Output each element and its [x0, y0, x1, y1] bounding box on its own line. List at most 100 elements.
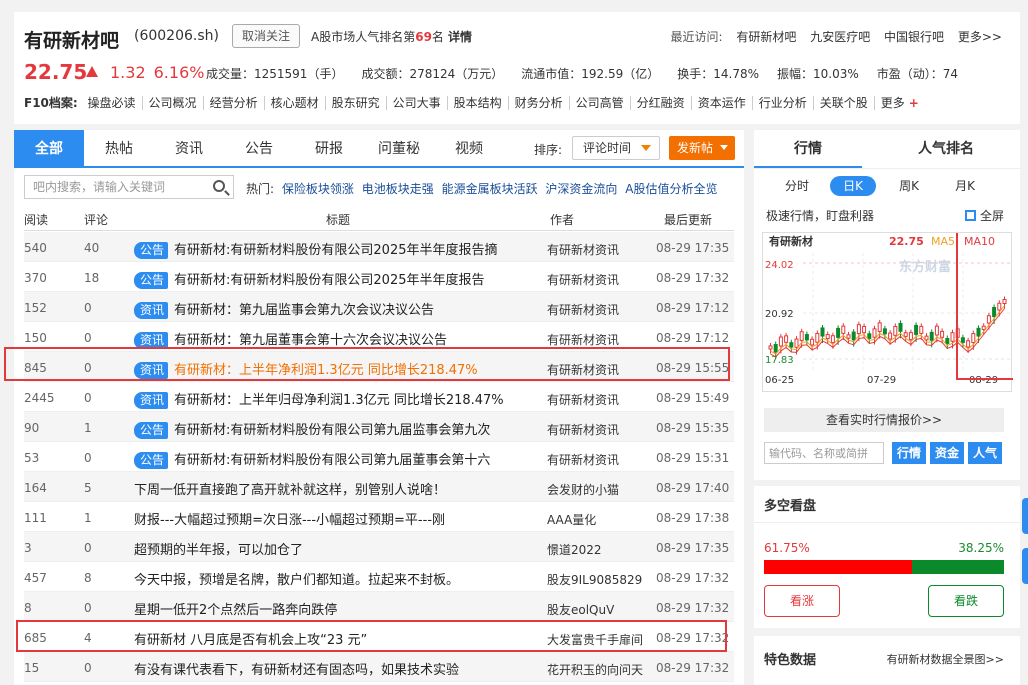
recent-link[interactable]: 中国银行吧	[884, 30, 944, 44]
post-title-link[interactable]: 财报---大幅超过预期=次日涨---小幅超过预期=平---刚	[134, 509, 445, 528]
popularity-button[interactable]: 人气	[968, 442, 1002, 464]
post-author-link[interactable]: 股友9IL9085829	[547, 571, 642, 588]
period-intraday[interactable]: 分时	[774, 176, 820, 196]
post-author-link[interactable]: 大发富贵千手扉间	[547, 631, 643, 648]
post-title-link[interactable]: 星期一低开2个点然后一路奔向跌停	[134, 599, 337, 618]
tab-reports[interactable]: 研报	[294, 130, 364, 168]
f10-item[interactable]: 资本运作	[691, 96, 753, 110]
post-row[interactable]: 370 18 公告 有研新材:有研新材料股份有限公司2025年半年度报告 有研新材资讯 0…	[24, 262, 734, 292]
f10-item[interactable]: 操盘必读	[81, 96, 143, 110]
sort-select[interactable]: 评论时间	[572, 136, 660, 160]
post-row[interactable]: 540 40 公告 有研新材:有研新材料股份有限公司2025年半年度报告摘 有研新材资讯…	[24, 232, 734, 262]
hot-topic-link[interactable]: 沪深资金流向	[545, 182, 617, 196]
tab-ask-secretary[interactable]: 问董秘	[364, 130, 434, 168]
quote-button[interactable]: 行情	[892, 442, 926, 464]
post-author-link[interactable]: 有研新材资讯	[547, 451, 619, 468]
post-row[interactable]: 845 0 资讯 有研新材：上半年净利润1.3亿元 同比增长218.47% 有研新材资讯…	[24, 352, 734, 382]
stock-name[interactable]: 有研新材吧	[24, 26, 119, 53]
recent-more-link[interactable]: 更多>>	[958, 30, 1002, 44]
post-title-link[interactable]: 资讯 有研新材：第九届监事会第九次会议决议公告	[134, 299, 434, 319]
post-row[interactable]: 111 1 财报---大幅超过预期=次日涨---小幅超过预期=平---刚 AAA量化 0…	[24, 502, 734, 532]
plus-icon[interactable]: +	[909, 96, 919, 110]
f10-item[interactable]: 经营分析	[203, 96, 265, 110]
post-title-link[interactable]: 有没有课代表看下，有研新材还有固态吗，如果技术实验	[134, 659, 459, 678]
post-title-link[interactable]: 有研新材 八月底是否有机会上攻“23 元”	[134, 629, 367, 648]
post-title-link[interactable]: 公告 有研新材:有研新材料股份有限公司第九届监事会第九次	[134, 419, 490, 439]
f10-item[interactable]: 股本结构	[447, 96, 509, 110]
post-row[interactable]: 2445 0 资讯 有研新材：上半年归母净利润1.3亿元 同比增长218.47% 有研新…	[24, 382, 734, 412]
period-week[interactable]: 周K	[886, 176, 932, 196]
post-title-link[interactable]: 超预期的半年报，可以加仓了	[134, 539, 303, 558]
hot-topic-link[interactable]: 保险板块领涨	[282, 182, 354, 196]
vote-up-button[interactable]: 看涨	[764, 585, 840, 617]
post-author-link[interactable]: 有研新材资讯	[547, 241, 619, 258]
post-row[interactable]: 457 8 今天中报，预增是名牌，散户们都知道。拉起来不封板。 股友9IL908582…	[24, 562, 734, 592]
side-float-tab[interactable]	[1022, 548, 1028, 584]
rank-detail-link[interactable]: 详情	[448, 30, 472, 44]
tab-video[interactable]: 视频	[434, 130, 504, 168]
new-post-button[interactable]: 发新帖	[669, 136, 735, 160]
f10-item[interactable]: 财务分析	[508, 96, 570, 110]
post-author-link[interactable]: 有研新材资讯	[547, 361, 619, 378]
code-input[interactable]	[764, 442, 884, 464]
post-author-link[interactable]: 有研新材资讯	[547, 331, 619, 348]
f10-item[interactable]: 公司概况	[142, 96, 204, 110]
f10-item[interactable]: 股东研究	[325, 96, 387, 110]
period-month[interactable]: 月K	[942, 176, 988, 196]
f10-item[interactable]: 公司大事	[386, 96, 448, 110]
feature-link[interactable]: 有研新材数据全景图>>	[887, 651, 1004, 667]
post-author-link[interactable]: 有研新材资讯	[547, 271, 619, 288]
post-row[interactable]: 164 5 下周一低开直接跑了高开就补就这样，别管别人说啥！ 会发财的小猫 08-29 …	[24, 472, 734, 502]
post-row[interactable]: 3 0 超预期的半年报，可以加仓了 憬道2022 08-29 17:35	[24, 532, 734, 562]
tab-popularity[interactable]: 人气排名	[892, 130, 1000, 168]
post-title-link[interactable]: 资讯 有研新材：第九届董事会第十六次会议决议公告	[134, 329, 447, 349]
post-author-link[interactable]: 有研新材资讯	[547, 421, 619, 438]
search-icon[interactable]	[213, 180, 225, 192]
recent-link[interactable]: 有研新材吧	[736, 30, 796, 44]
post-row[interactable]: 53 0 公告 有研新材:有研新材料股份有限公司第九届董事会第十六 有研新材资讯 08-2…	[24, 442, 734, 472]
post-row[interactable]: 15 0 有没有课代表看下，有研新材还有固态吗，如果技术实验 花开积玉的向问天 08-2…	[24, 652, 734, 682]
tab-hot[interactable]: 热帖	[84, 130, 154, 168]
unfollow-button[interactable]: 取消关注	[232, 24, 300, 48]
tab-news[interactable]: 资讯	[154, 130, 224, 168]
post-author-link[interactable]: 有研新材资讯	[547, 391, 619, 408]
tab-announcements[interactable]: 公告	[224, 130, 294, 168]
post-row[interactable]: 685 4 有研新材 八月底是否有机会上攻“23 元” 大发富贵千手扉间 08-29 1…	[24, 622, 734, 652]
f10-item[interactable]: 行业分析	[752, 96, 814, 110]
f10-item[interactable]: 核心题材	[264, 96, 326, 110]
post-author-link[interactable]: AAA量化	[547, 511, 596, 528]
f10-item[interactable]: 公司高管	[569, 96, 631, 110]
post-author-link[interactable]: 憬道2022	[547, 541, 602, 558]
f10-more-link[interactable]: 更多	[875, 96, 909, 110]
post-title-link[interactable]: 资讯 有研新材：上半年净利润1.3亿元 同比增长218.47%	[134, 359, 478, 379]
post-title-link[interactable]: 公告 有研新材:有研新材料股份有限公司2025年半年度报告摘	[134, 239, 497, 259]
fullscreen-button[interactable]: 全屏	[964, 207, 1004, 224]
tab-all[interactable]: 全部	[14, 130, 84, 168]
post-row[interactable]: 8 0 星期一低开2个点然后一路奔向跌停 股友eolQuV 08-29 17:32	[24, 592, 734, 622]
post-row[interactable]: 90 1 公告 有研新材:有研新材料股份有限公司第九届监事会第九次 有研新材资讯 08-2…	[24, 412, 734, 442]
post-title-link[interactable]: 公告 有研新材:有研新材料股份有限公司第九届董事会第十六	[134, 449, 490, 469]
hot-topic-link[interactable]: A股估值分析全览	[625, 182, 717, 196]
post-title-link[interactable]: 公告 有研新材:有研新材料股份有限公司2025年半年度报告	[134, 269, 484, 289]
hot-topic-link[interactable]: 能源金属板块活跃	[442, 182, 538, 196]
kline-chart[interactable]: 有研新材 22.75 MA5 MA10 东方财富 24.02 20.92 17.…	[762, 226, 1016, 392]
vote-down-button[interactable]: 看跌	[928, 585, 1004, 617]
post-title-link[interactable]: 今天中报，预增是名牌，散户们都知道。拉起来不封板。	[134, 569, 459, 588]
recent-link[interactable]: 九安医疗吧	[810, 30, 870, 44]
funds-button[interactable]: 资金	[930, 442, 964, 464]
search-input[interactable]	[25, 176, 203, 198]
post-author-link[interactable]: 有研新材资讯	[547, 301, 619, 318]
post-title-link[interactable]: 下周一低开直接跑了高开就补就这样，别管别人说啥！	[134, 479, 446, 498]
post-author-link[interactable]: 会发财的小猫	[547, 481, 619, 498]
post-author-link[interactable]: 股友eolQuV	[547, 601, 614, 618]
post-author-link[interactable]: 花开积玉的向问天	[547, 661, 643, 678]
post-title-link[interactable]: 资讯 有研新材：上半年归母净利润1.3亿元 同比增长218.47%	[134, 389, 504, 409]
post-row[interactable]: 150 0 资讯 有研新材：第九届董事会第十六次会议决议公告 有研新材资讯 08-29 1…	[24, 322, 734, 352]
period-day[interactable]: 日K	[830, 176, 876, 196]
post-row[interactable]: 152 0 资讯 有研新材：第九届监事会第九次会议决议公告 有研新材资讯 08-29 17…	[24, 292, 734, 322]
realtime-quote-button[interactable]: 查看实时行情报价>>	[764, 408, 1004, 432]
tab-market[interactable]: 行情	[754, 130, 862, 168]
side-float-tab[interactable]	[1022, 498, 1028, 534]
f10-item[interactable]: 关联个股	[813, 96, 875, 110]
f10-item[interactable]: 分红融资	[630, 96, 692, 110]
